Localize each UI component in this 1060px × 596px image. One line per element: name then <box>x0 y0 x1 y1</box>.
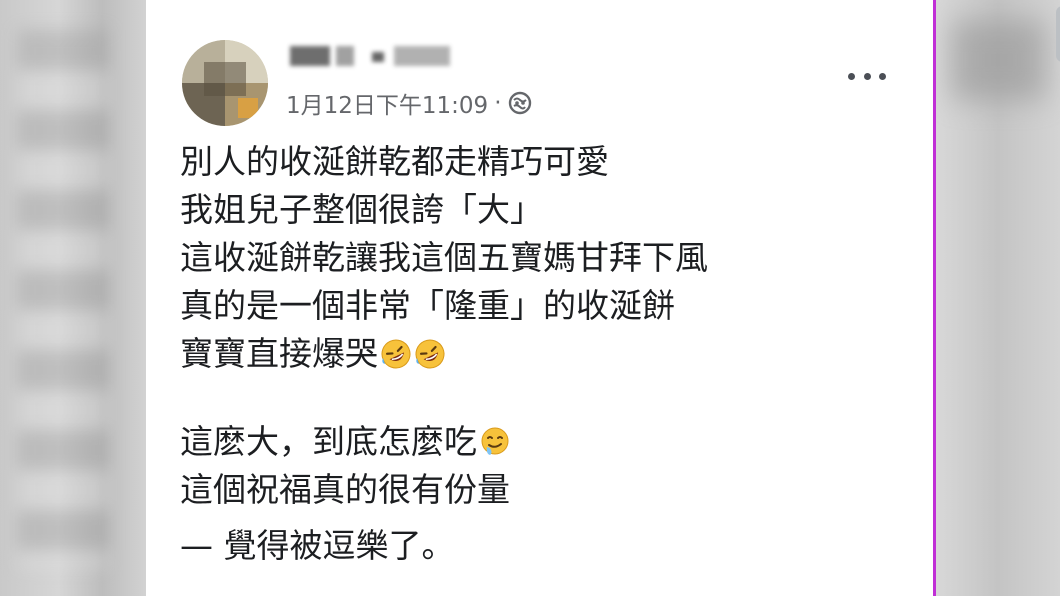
rofl-emoji-icon <box>415 339 445 369</box>
scrollbar-thumb[interactable] <box>1056 6 1060 62</box>
avatar[interactable] <box>182 40 268 126</box>
meta-separator: · <box>494 90 502 116</box>
more-options-icon[interactable] <box>846 64 888 88</box>
post-line-2: 我姐兒子整個很誇「大」 <box>180 190 543 229</box>
post-timestamp[interactable]: 1月12日下午11:09 <box>286 86 488 120</box>
post-body: 別人的收涎餅乾都走精巧可愛 我姐兒子整個很誇「大」 這收涎餅乾讓我這個五寶媽甘拜… <box>180 138 900 570</box>
post-line-5-wrap: 寶寶直接爆哭 <box>180 330 900 378</box>
post-line-6-wrap: 這麽大，到底怎麼吃 <box>180 418 900 466</box>
rofl-emoji-icon <box>381 339 411 369</box>
post-line-7: 這個祝福真的很有份量 <box>180 470 510 509</box>
drooling-face-emoji-icon <box>481 427 509 455</box>
author-name-blurred[interactable] <box>286 40 456 70</box>
post-line-1: 別人的收涎餅乾都走精巧可愛 <box>180 142 609 181</box>
blurred-background-left <box>0 0 146 596</box>
blurred-background-right <box>936 0 1060 596</box>
post-line-4: 真的是一個非常「隆重」的收涎餅 <box>180 286 675 325</box>
post-card: 1月12日下午11:09 · 別人的收涎餅乾都走精巧可愛 我姐兒子整個很誇「大」… <box>146 0 1060 596</box>
globe-icon[interactable] <box>508 91 532 115</box>
post-line-8: — 覺得被逗樂了。 <box>180 526 455 565</box>
post-meta: 1月12日下午11:09 · <box>286 86 532 120</box>
post-line-5: 寶寶直接爆哭 <box>180 334 378 373</box>
post-line-3: 這收涎餅乾讓我這個五寶媽甘拜下風 <box>180 238 708 277</box>
frame-divider <box>933 0 936 596</box>
post-line-6: 這麽大，到底怎麼吃 <box>180 422 477 461</box>
